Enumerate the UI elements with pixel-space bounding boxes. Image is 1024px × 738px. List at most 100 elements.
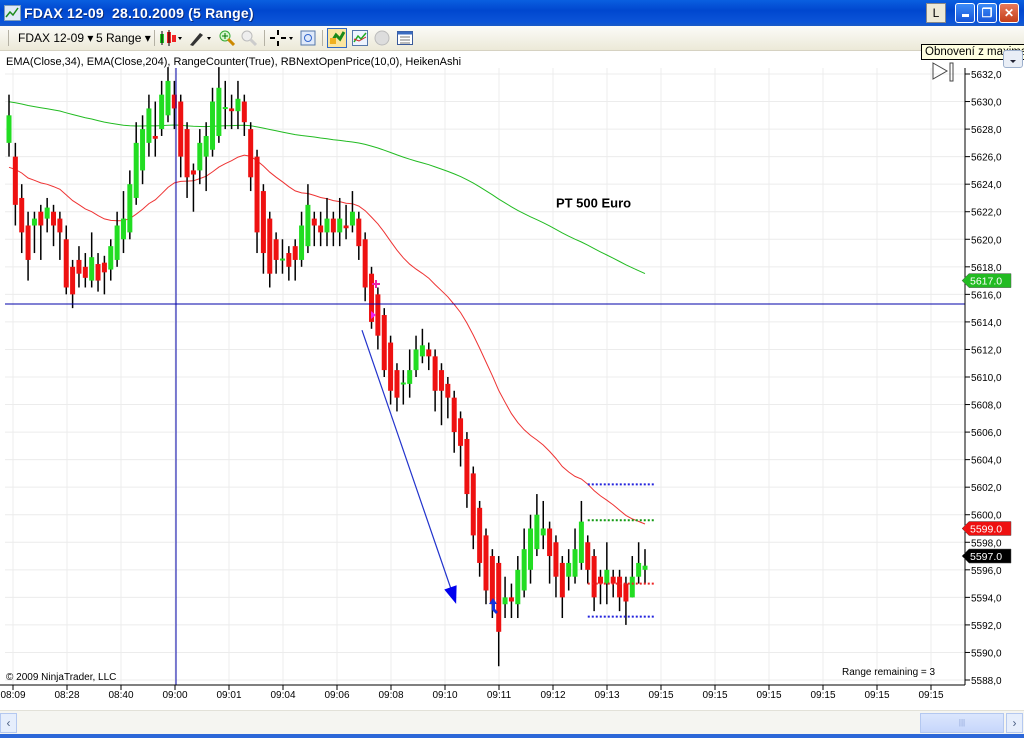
chevron-left-icon: ‹ [6,716,11,730]
candle [451,390,457,453]
candle [381,308,387,377]
candle [426,342,432,371]
candle [95,253,101,292]
candle [229,94,235,130]
candle [553,535,559,598]
candle [254,149,260,254]
candle-body [273,239,279,260]
candle [210,87,216,157]
candle [222,80,228,130]
price-tick-label: 5602,0 [971,483,1002,494]
price-tick-label: 5612,0 [971,345,1002,356]
candle [299,211,305,267]
candle-body [381,315,387,371]
candle-body [445,383,451,398]
candle-body [324,218,330,233]
time-tick-label: 09:06 [324,690,350,701]
candle-body [44,207,50,219]
candle-body [477,507,483,563]
candle [343,204,349,240]
price-tick-label: 5610,0 [971,373,1002,384]
candle-body [38,211,44,226]
candle-body [515,569,521,605]
copyright-text: © 2009 NinjaTrader, LLC [6,672,117,683]
candle-body [127,184,133,233]
candle-body [394,370,400,398]
candle-body [89,257,95,281]
candle-body [521,549,527,591]
candle-body [591,556,597,598]
candle-body [458,418,464,446]
candle-body [502,597,508,605]
candle-body [540,528,546,536]
candle-body [260,191,266,254]
candle [133,122,139,205]
candle [515,556,521,619]
candle [12,142,18,226]
chart-dropdown-button[interactable] [1003,50,1023,68]
candle-body [636,562,642,577]
candle [578,500,584,570]
candle-body [388,342,394,391]
candle-body [203,135,209,157]
horizontal-scrollbar[interactable]: ‹ ||| › [0,710,1024,735]
candle-body [241,101,247,123]
time-tick-label: 09:15 [756,690,782,701]
candle-body [95,264,101,281]
candle [502,576,508,619]
candle-body [419,345,425,357]
candle [197,129,203,185]
candle [63,225,69,295]
window-bottom-border [0,734,1024,738]
candle-body [438,370,444,391]
annotation-pt-500-euro[interactable]: PT 500 Euro [556,196,631,211]
candle-body [108,246,114,270]
candle-body [254,156,260,233]
scroll-left-button[interactable]: ‹ [0,713,17,733]
price-tick-label: 5588,0 [971,676,1002,687]
time-tick-label: 09:15 [810,690,836,701]
candle [108,239,114,281]
price-tick-label: 5614,0 [971,318,1002,329]
candle [311,211,317,247]
candle-body [12,156,18,205]
trend-arrow-head-icon [444,585,457,604]
candle-body [407,370,413,384]
candle-body [133,142,139,198]
price-tick-label: 5600,0 [971,511,1002,522]
price-tick-label: 5594,0 [971,593,1002,604]
candle-body [57,218,63,233]
scroll-right-button[interactable]: › [1006,713,1023,733]
candle-body [547,528,553,557]
price-tick-label: 5590,0 [971,648,1002,659]
candle [438,363,444,426]
candle [260,184,266,274]
ema-204-line [8,101,646,275]
time-tick-label: 08:09 [0,690,26,701]
candle [89,232,95,288]
price-badge-label: 5617.0 [970,276,1002,288]
scroll-to-end-icon[interactable] [931,61,957,83]
candle-body [70,266,76,295]
time-tick-label: 09:12 [540,690,566,701]
candle-body [318,225,324,233]
candle-body [19,197,25,233]
candle [120,191,126,254]
candle [330,211,336,247]
candle-body [508,597,514,602]
price-chart[interactable]: 5588,0 5590,0 5592,0 5594,0 5596,0 5598,0 5600… [0,0,1024,710]
candle [19,184,25,254]
time-tick-label: 09:15 [864,690,890,701]
price-tick-label: 5622,0 [971,208,1002,219]
candle [241,94,247,136]
candle [591,549,597,612]
candle-body [362,239,368,288]
candle-body [216,87,222,136]
price-tick-label: 5608,0 [971,401,1002,412]
candle-body [101,262,107,273]
candle [375,287,381,350]
time-tick-label: 09:08 [378,690,404,701]
candle [216,67,222,143]
candle-body [470,473,476,536]
scrollbar-thumb[interactable]: ||| [920,713,1004,733]
